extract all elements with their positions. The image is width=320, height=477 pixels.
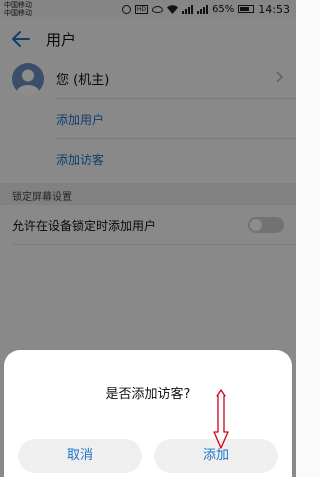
dialog-message: 是否添加访客? <box>105 387 191 402</box>
cancel-button[interactable]: 取消 <box>18 439 142 473</box>
annotation-arrow-icon <box>213 389 229 449</box>
add-guest-dialog: 是否添加访客? 取消 添加 <box>4 350 292 477</box>
